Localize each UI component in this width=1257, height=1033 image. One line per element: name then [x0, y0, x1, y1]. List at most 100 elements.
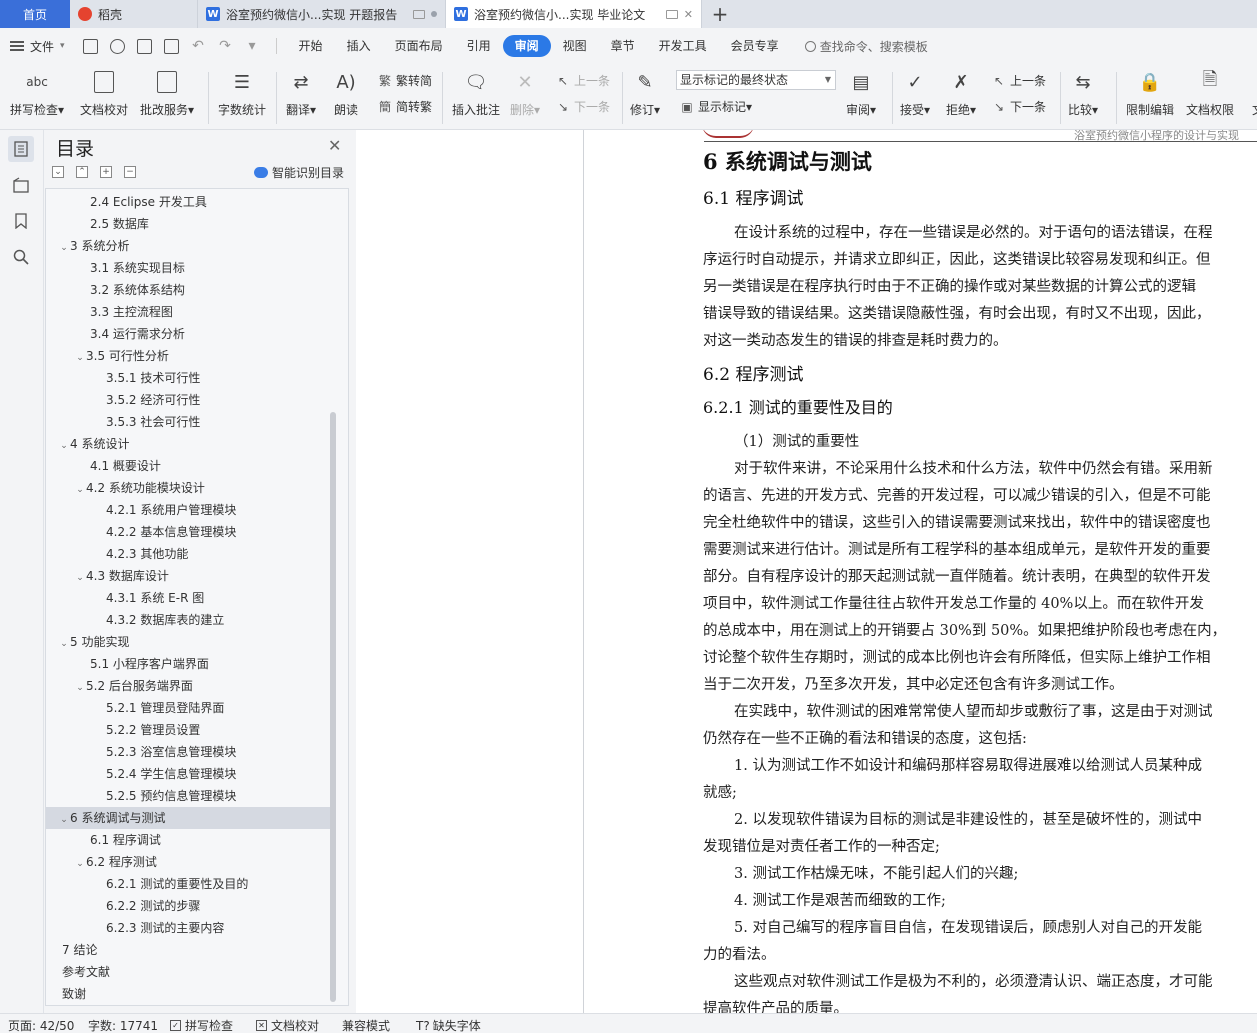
bookmark-nav-button[interactable] [8, 208, 34, 234]
expand-chevron-icon[interactable]: ⌄ [74, 479, 86, 501]
show-markup-button[interactable]: ▣ 显示标记 ▾ [680, 98, 752, 115]
tab-review[interactable]: 审阅 [502, 35, 551, 57]
customize-chevron-icon[interactable]: ▾ [245, 38, 260, 54]
proofread-button[interactable]: 文档校对 [80, 68, 128, 118]
translate-button[interactable]: ⇄ 翻译▾ [286, 68, 316, 118]
tab-insert[interactable]: 插入 [335, 35, 383, 57]
expand-chevron-icon[interactable]: ⌄ [74, 347, 86, 369]
toc-item[interactable]: ⌄ 4 系统设计 [46, 433, 331, 455]
toc-item[interactable]: 3.5.3 社会可行性 [46, 411, 331, 433]
tab-start[interactable]: 开始 [287, 35, 335, 57]
expand-chevron-icon[interactable]: ⌄ [58, 809, 70, 831]
file-menu[interactable]: 文件 [30, 38, 54, 55]
monitor-icon[interactable] [413, 9, 425, 19]
toc-item[interactable]: 4.2.3 其他功能 [46, 543, 331, 565]
toc-item[interactable]: 5.2.1 管理员登陆界面 [46, 697, 331, 719]
toc-item[interactable]: 3.1 系统实现目标 [46, 257, 331, 279]
toc-item[interactable]: ⌄ 4.2 系统功能模块设计 [46, 477, 331, 499]
collapse-all-icon[interactable]: ⌄ [52, 166, 64, 178]
expand-chevron-icon[interactable]: ⌄ [74, 853, 86, 875]
expand-chevron-icon[interactable]: ⌄ [74, 567, 86, 589]
toc-item[interactable]: ⌄ 3 系统分析 [46, 235, 331, 257]
tab-proposal-doc[interactable]: W 浴室预约微信小...实现 开题报告 [198, 0, 446, 28]
chevron-down-icon[interactable]: ▾ [60, 41, 65, 51]
more-ribbon-button[interactable]: 文 [1244, 68, 1257, 118]
search-nav-button[interactable] [8, 244, 34, 270]
compat-mode-indicator[interactable]: 兼容模式 [342, 1017, 390, 1033]
accept-button[interactable]: ✓ 接受▾ [900, 68, 930, 118]
tab-home[interactable]: 首页 [0, 0, 70, 28]
track-changes-button[interactable]: ✎ 修订▾ [630, 68, 660, 118]
close-icon[interactable]: ✕ [328, 136, 341, 155]
read-aloud-button[interactable]: A) 朗读 [332, 68, 360, 118]
monitor-icon[interactable] [665, 9, 678, 19]
hamburger-menu-icon[interactable] [10, 41, 24, 51]
toc-item[interactable]: 3.3 主控流程图 [46, 301, 331, 323]
reviewing-pane-button[interactable]: ▤ 审阅▾ [846, 68, 876, 118]
toc-item[interactable]: 参考文献 [46, 961, 331, 983]
toc-item[interactable]: 4.2.1 系统用户管理模块 [46, 499, 331, 521]
toc-item[interactable]: 3.4 运行需求分析 [46, 323, 331, 345]
toc-item[interactable]: 5.2.4 学生信息管理模块 [46, 763, 331, 785]
toc-item[interactable]: 4.2.2 基本信息管理模块 [46, 521, 331, 543]
next-change-button[interactable]: ↘ 下一条 [992, 98, 1046, 115]
close-tab-icon[interactable]: ✕ [684, 8, 693, 21]
toc-item[interactable]: 3.2 系统体系结构 [46, 279, 331, 301]
print-preview-icon[interactable] [163, 38, 179, 54]
toc-item[interactable]: 2.5 数据库 [46, 213, 331, 235]
delete-comment-button[interactable]: ✕ 删除▾ [510, 68, 540, 118]
spell-check-button[interactable]: abc 拼写检查▾ [10, 68, 64, 118]
simp-to-trad-button[interactable]: 簡简转繁 [378, 98, 432, 115]
new-tab-button[interactable]: + [702, 0, 738, 28]
correction-service-button[interactable]: 批改服务▾ [140, 68, 194, 118]
command-search[interactable]: 查找命令、搜索模板 [804, 38, 928, 55]
toc-item[interactable]: ⌄ 5 功能实现 [46, 631, 331, 653]
toc-item[interactable]: ⌄ 6.2 程序测试 [46, 851, 331, 873]
status-spell-check[interactable]: ✓ 拼写检查 [170, 1017, 233, 1033]
expand-chevron-icon[interactable]: ⌄ [74, 677, 86, 699]
print-icon[interactable] [136, 38, 152, 54]
insert-comment-button[interactable]: 🗨 插入批注 [452, 68, 500, 118]
toc-item[interactable]: 3.5.2 经济可行性 [46, 389, 331, 411]
tab-view[interactable]: 视图 [551, 35, 599, 57]
expand-all-icon[interactable]: ⌃ [76, 166, 88, 178]
page-indicator[interactable]: 页面: 42/50 [8, 1017, 74, 1033]
expand-chevron-icon[interactable]: ⌄ [58, 237, 70, 259]
toc-item[interactable]: 6.1 程序调试 [46, 829, 331, 851]
document-permission-button[interactable]: 🗎 文档权限 [1186, 68, 1234, 118]
toc-item[interactable]: 5.2.3 浴室信息管理模块 [46, 741, 331, 763]
tab-references[interactable]: 引用 [455, 35, 503, 57]
toc-nav-button[interactable] [8, 136, 34, 162]
word-count-indicator[interactable]: 字数: 17741 [88, 1017, 158, 1033]
trad-to-simp-button[interactable]: 繁繁转简 [378, 72, 432, 89]
toc-item[interactable]: 3.5.1 技术可行性 [46, 367, 331, 389]
word-count-button[interactable]: ☰ 字数统计 [218, 68, 266, 118]
tab-page-layout[interactable]: 页面布局 [383, 35, 455, 57]
tab-thesis-doc[interactable]: W 浴室预约微信小...实现 毕业论文 ✕ [446, 0, 702, 28]
status-proofread[interactable]: ✕ 文档校对 [256, 1017, 319, 1033]
toc-item[interactable]: 6.2.1 测试的重要性及目的 [46, 873, 331, 895]
restrict-editing-button[interactable]: 🔒 限制编辑 [1126, 68, 1174, 118]
remove-heading-icon[interactable]: − [124, 166, 136, 178]
add-heading-icon[interactable]: + [100, 166, 112, 178]
toc-item[interactable]: 4.3.1 系统 E-R 图 [46, 587, 331, 609]
redo-icon[interactable]: ↷ [218, 38, 233, 54]
toc-item[interactable]: 5.1 小程序客户端界面 [46, 653, 331, 675]
compare-button[interactable]: ⇆ 比较▾ [1068, 68, 1098, 118]
toc-item[interactable]: 4.3.2 数据库表的建立 [46, 609, 331, 631]
missing-font-indicator[interactable]: T? 缺失字体 [416, 1017, 481, 1033]
expand-chevron-icon[interactable]: ⌄ [58, 435, 70, 457]
markup-display-select[interactable]: 显示标记的最终状态 ▼ [676, 70, 836, 90]
tab-developer[interactable]: 开发工具 [647, 35, 719, 57]
prev-change-button[interactable]: ↖ 上一条 [992, 72, 1046, 89]
smart-toc-button[interactable]: 智能识别目录 [254, 164, 344, 181]
toc-item[interactable]: 5.2.5 预约信息管理模块 [46, 785, 331, 807]
toc-item[interactable]: ⌄ 5.2 后台服务端界面 [46, 675, 331, 697]
toc-item[interactable]: 4.1 概要设计 [46, 455, 331, 477]
toc-item[interactable]: ⌄ 3.5 可行性分析 [46, 345, 331, 367]
toc-scrollbar[interactable] [330, 412, 336, 1002]
toc-item[interactable]: 2.4 Eclipse 开发工具 [46, 191, 331, 213]
reject-button[interactable]: ✗ 拒绝▾ [946, 68, 976, 118]
toc-item[interactable]: 致谢 [46, 983, 331, 1005]
tab-member[interactable]: 会员专享 [719, 35, 791, 57]
